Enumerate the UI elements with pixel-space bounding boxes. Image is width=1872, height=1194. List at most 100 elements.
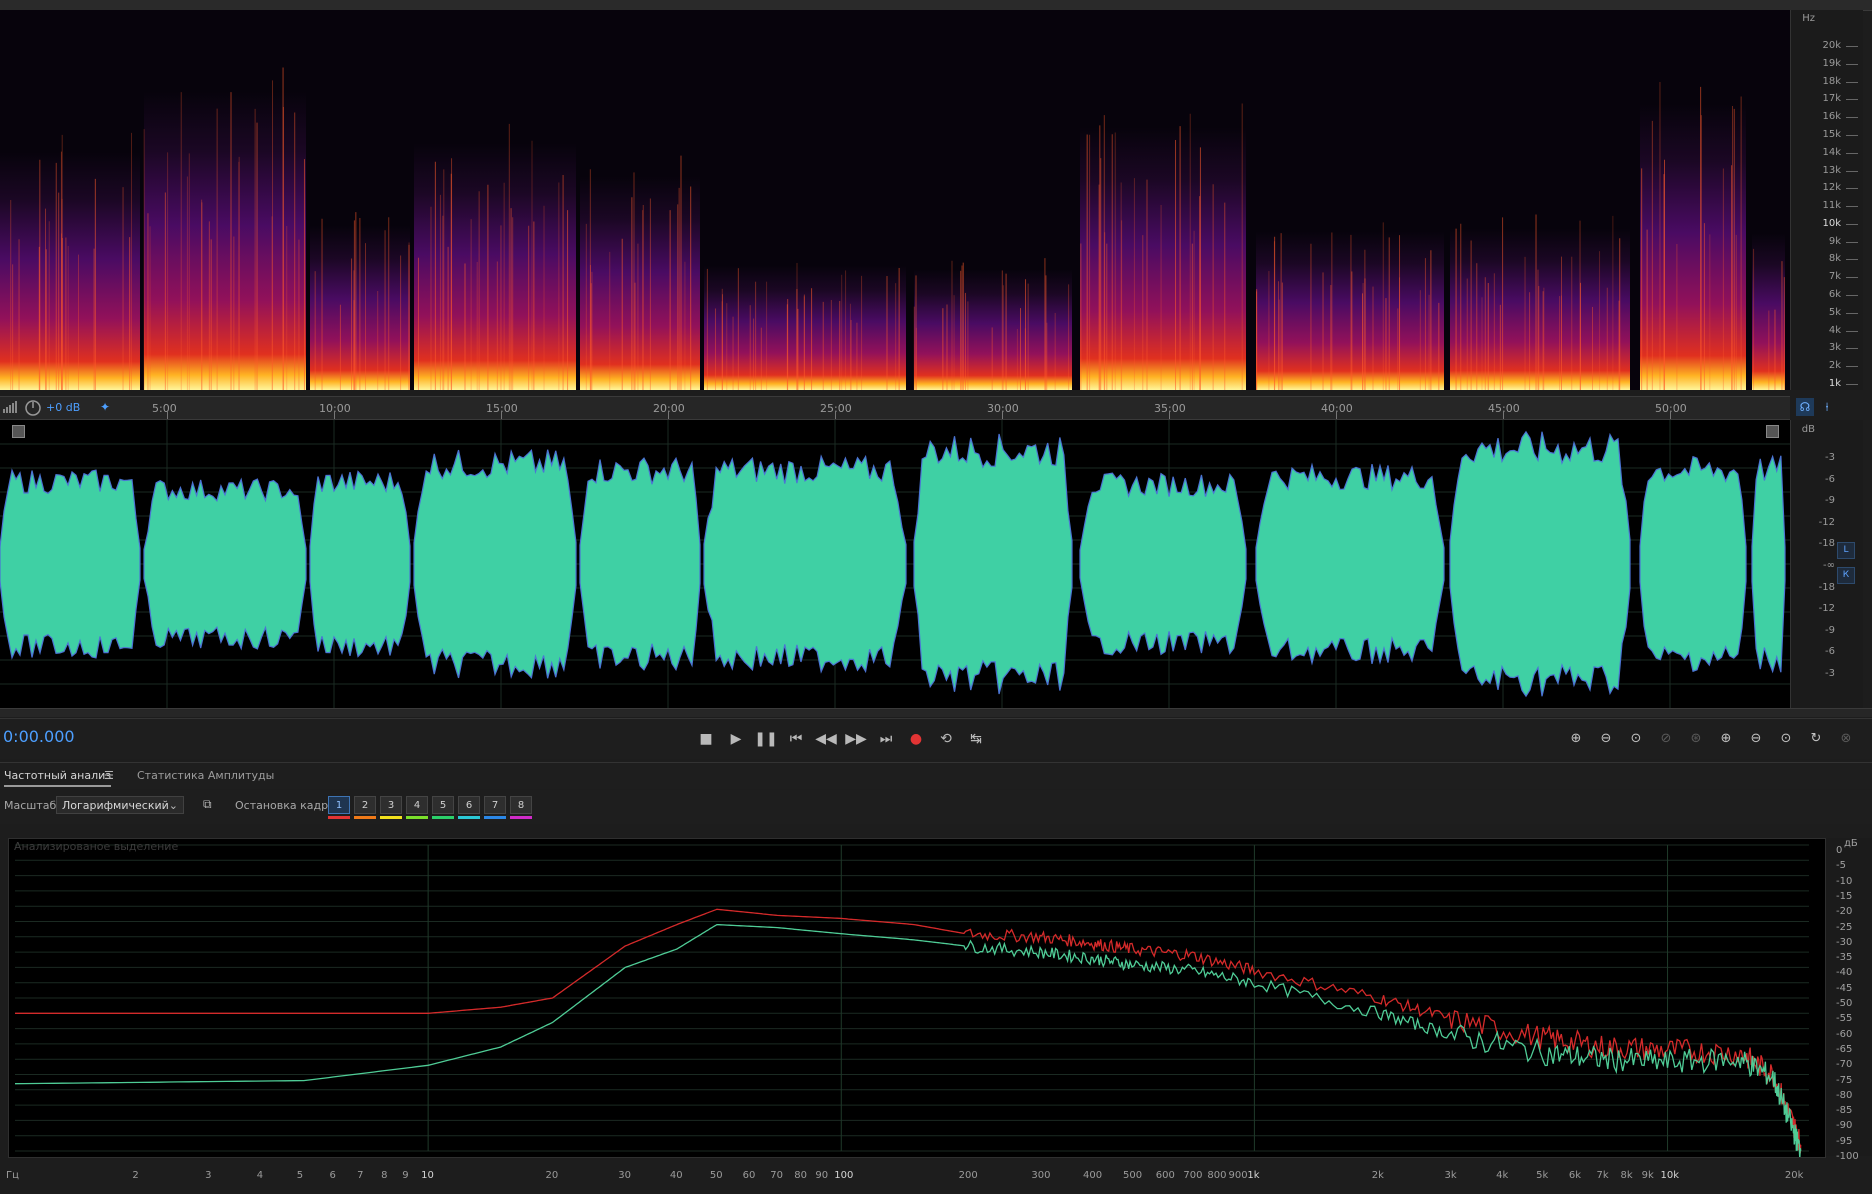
chart-x-tick-label: 300 xyxy=(1031,1170,1051,1181)
frequency-tick-label: 9k xyxy=(1828,235,1841,247)
db-axis: дБ 0 -5 -10 -15 -20 -25 -30 -35 -40 -45 -50 -55 -60 -… xyxy=(1826,838,1872,1162)
spectrogram-view[interactable] xyxy=(0,10,1790,390)
chart-y-tick-label: -85 xyxy=(1836,1105,1853,1117)
tab-frequency-analysis[interactable]: Частотный анализ xyxy=(4,769,112,787)
meter-icon[interactable] xyxy=(2,400,20,414)
freeze-frame-button-8[interactable]: 8 xyxy=(510,796,532,814)
frequency-tick xyxy=(1846,277,1858,279)
db-tick-label: -6 xyxy=(1825,473,1835,485)
chart-x-tick-label: 8k xyxy=(1620,1170,1633,1181)
spectrogram-block xyxy=(914,269,1072,390)
marker-pin-icon[interactable]: ⍿ xyxy=(1818,398,1836,416)
time-tick xyxy=(334,411,335,419)
waveform-block xyxy=(1255,462,1445,666)
waveform-view[interactable] xyxy=(0,420,1790,708)
time-ruler[interactable]: +0 dB ✦ 5:00 10:00 15:00 20:00 25:00 30:00 35:… xyxy=(0,396,1790,420)
scale-label: Масштаб: xyxy=(4,799,60,812)
freeze-frame-button-2[interactable]: 2 xyxy=(354,796,376,814)
pause-icon[interactable]: ❚❚ xyxy=(754,727,778,751)
chart-y-tick-label: -60 xyxy=(1836,1028,1853,1040)
frequency-tick xyxy=(1846,188,1858,190)
zoom-in-time-icon[interactable]: ⊕ xyxy=(1714,727,1738,751)
channel-right-button[interactable]: К xyxy=(1837,567,1855,584)
transport-bar: 0:00.000 ■ ▶ ❚❚ ⏮ ◀◀ ▶▶ ⏭ ● ⟲ ↹ ⊕ ⊖ ⊙ ⊘ … xyxy=(0,718,1872,759)
frequency-tick xyxy=(1846,63,1858,65)
chart-y-tick-label: -80 xyxy=(1836,1089,1853,1101)
zoom-in-amplitude-icon[interactable]: ⊕ xyxy=(1564,727,1588,751)
zoom-extra-icon[interactable]: ⊗ xyxy=(1834,727,1858,751)
zoom-left-icon[interactable]: ⊛ xyxy=(1684,727,1708,751)
go-to-start-icon[interactable]: ⏮ xyxy=(784,727,808,751)
amplitude-ruler: dB -3 -6 -9 -12 -18 -∞ -18 -12 -9 -6 -3 L К xyxy=(1790,420,1863,708)
waveform-block xyxy=(1079,472,1247,656)
frequency-tick xyxy=(1846,206,1858,208)
stop-icon[interactable]: ■ xyxy=(694,727,718,751)
rewind-icon[interactable]: ◀◀ xyxy=(814,727,838,751)
frequency-tick-label: 2k xyxy=(1828,360,1841,372)
zoom-reset-icon[interactable]: ↻ xyxy=(1804,727,1828,751)
tab-amplitude-statistics[interactable]: Статистика Амплитуды xyxy=(137,769,274,782)
chevron-down-icon: ⌄ xyxy=(168,799,178,812)
zoom-out-time-icon[interactable]: ⊖ xyxy=(1744,727,1768,751)
db-tick-label: -3 xyxy=(1825,452,1835,463)
chart-x-tick-label: 7k xyxy=(1596,1170,1609,1181)
panel-menu-icon[interactable]: ☰ xyxy=(104,769,114,782)
freeze-frame-button-6[interactable]: 6 xyxy=(458,796,480,814)
play-icon[interactable]: ▶ xyxy=(724,727,748,751)
headphones-icon[interactable]: ☊ xyxy=(1796,398,1814,416)
hz-label: Hz xyxy=(1802,13,1815,24)
frequency-tick xyxy=(1846,46,1858,47)
frequency-chart[interactable] xyxy=(8,838,1826,1158)
scale-dropdown[interactable]: Логарифмический ⌄ xyxy=(56,796,184,814)
freeze-frame-color xyxy=(484,816,506,819)
channel-left-button[interactable]: L xyxy=(1837,542,1855,559)
waveform-block xyxy=(913,433,1073,695)
freeze-frame-button-1[interactable]: 1 xyxy=(328,796,350,814)
freeze-frame-color xyxy=(432,816,454,819)
chart-x-tick-label: 800 xyxy=(1207,1170,1227,1181)
chart-x-tick-label: 20k xyxy=(1784,1170,1804,1181)
frequency-tick xyxy=(1846,259,1858,261)
zoom-corner-icon[interactable] xyxy=(1766,425,1779,438)
pin-icon[interactable]: ✦ xyxy=(100,400,116,416)
chart-x-tick-label: 6k xyxy=(1568,1170,1582,1181)
analysis-panel-tabs: Частотный анализ ☰ Статистика Амплитуды xyxy=(0,762,1872,789)
spectrogram-block xyxy=(580,176,700,390)
go-to-end-icon[interactable]: ⏭ xyxy=(874,727,898,751)
panel-divider[interactable] xyxy=(0,708,1872,717)
chart-x-tick-label: 80 xyxy=(794,1170,807,1181)
chart-x-tick-label: 1k xyxy=(1247,1170,1260,1181)
timecode-display[interactable]: 0:00.000 xyxy=(3,727,75,746)
zoom-fit-icon[interactable]: ⊙ xyxy=(1774,727,1798,751)
chart-x-tick-label: 7 xyxy=(357,1170,364,1181)
chart-y-tick-label: -35 xyxy=(1836,952,1853,964)
frequency-tick-label: 12k xyxy=(1822,182,1841,194)
zoom-full-icon[interactable]: ⊙ xyxy=(1624,727,1648,751)
skip-selection-icon[interactable]: ↹ xyxy=(964,727,988,751)
gain-knob-icon[interactable] xyxy=(24,399,42,417)
chart-y-tick-label: -75 xyxy=(1836,1074,1853,1086)
chart-y-tick-label: -70 xyxy=(1836,1059,1853,1071)
frequency-tick xyxy=(1846,384,1858,385)
analysis-controls: Масштаб: Логарифмический ⌄ ⧉ Остановка к… xyxy=(0,790,1872,824)
loop-icon[interactable]: ⟲ xyxy=(934,727,958,751)
gain-value[interactable]: +0 dB xyxy=(46,401,80,414)
record-icon[interactable]: ● xyxy=(904,727,928,751)
chart-y-tick-label: -90 xyxy=(1836,1120,1853,1132)
chart-x-tick-label: 90 xyxy=(815,1170,829,1181)
zoom-selection-icon[interactable]: ⊘ xyxy=(1654,727,1678,751)
freeze-frame-button-7[interactable]: 7 xyxy=(484,796,506,814)
freeze-frame-button-5[interactable]: 5 xyxy=(432,796,454,814)
chart-x-tick-label: 5k xyxy=(1536,1170,1549,1181)
db-label: dB xyxy=(1801,424,1815,435)
db-tick-label: -9 xyxy=(1825,624,1835,636)
copy-icon[interactable]: ⧉ xyxy=(203,797,217,811)
freeze-frame-button-4[interactable]: 4 xyxy=(406,796,428,814)
fast-forward-icon[interactable]: ▶▶ xyxy=(844,727,868,751)
freeze-frame-button-3[interactable]: 3 xyxy=(380,796,402,814)
zoom-corner-icon[interactable] xyxy=(12,425,25,438)
freeze-frame-color xyxy=(380,816,402,819)
zoom-out-amplitude-icon[interactable]: ⊖ xyxy=(1594,727,1618,751)
frequency-tick xyxy=(1846,99,1858,101)
frequency-tick-label: 11k xyxy=(1822,200,1841,212)
